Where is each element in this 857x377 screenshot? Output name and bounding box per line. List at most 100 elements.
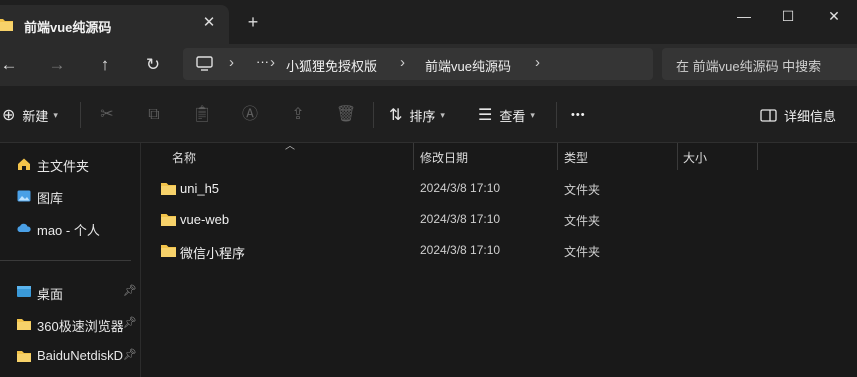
column-divider[interactable] (757, 143, 758, 170)
more-options-button[interactable]: ••• (571, 104, 586, 126)
column-header-name[interactable]: 名称 (172, 149, 196, 166)
sort-button[interactable]: ⇅ 排序 ▾ (389, 104, 445, 126)
table-row[interactable]: vue-web 2024/3/8 17:10 文件夹 (142, 205, 857, 236)
view-button[interactable]: ☰ 查看 ▾ (478, 104, 535, 126)
chevron-down-icon: ▾ (53, 109, 58, 120)
folder-icon (17, 351, 31, 362)
chevron-right-icon: › (400, 54, 405, 71)
view-list-icon: ☰ (478, 107, 493, 124)
chevron-right-icon: › (270, 54, 275, 71)
file-modified: 2024/3/8 17:10 (420, 243, 501, 257)
chevron-down-icon: ▾ (440, 109, 445, 120)
file-name: uni_h5 (180, 181, 220, 196)
new-label: 新建 (22, 108, 49, 124)
cut-icon[interactable]: ✂ (96, 104, 118, 126)
table-row[interactable]: 微信小程序 2024/3/8 17:10 文件夹 (142, 236, 857, 267)
toolbar-divider (556, 102, 557, 128)
pin-icon: 📌︎ (123, 285, 137, 297)
file-type: 文件夹 (564, 183, 601, 197)
sort-icon: ⇅ (389, 107, 403, 124)
sidebar-divider (0, 260, 131, 261)
paste-icon[interactable]: 📋︎ (191, 104, 213, 126)
home-icon (18, 158, 30, 170)
tab-close-icon[interactable]: ✕ (200, 14, 218, 32)
sidebar-item-label: 桌面 (37, 287, 64, 302)
minimize-button[interactable]: — (732, 6, 756, 26)
table-row[interactable]: uni_h5 2024/3/8 17:10 文件夹 (142, 174, 857, 205)
chevron-down-icon: ▾ (530, 109, 535, 120)
delete-icon[interactable]: 🗑︎ (335, 104, 357, 126)
folder-icon (17, 319, 31, 330)
chevron-right-icon: › (229, 54, 234, 71)
details-pane-icon (760, 108, 777, 122)
close-window-button[interactable]: ✕ (822, 6, 846, 26)
plus-circle-icon: ⊕ (2, 107, 16, 124)
breadcrumb-more[interactable]: ··· (256, 54, 269, 69)
column-header-type[interactable]: 类型 (564, 149, 588, 166)
sidebar-item-label: BaiduNetdiskD (37, 348, 123, 363)
file-explorer-window: 前端vue纯源码 ✕ + — ☐ ✕ ← → ↑ ↻ › ··· › 小狐狸免授… (0, 0, 857, 377)
navigation-pane: 主文件夹 图库 mao - 个人 桌面 📌︎ 360极速浏览器X 📌︎ Baid… (0, 143, 141, 377)
refresh-button[interactable]: ↻ (142, 54, 164, 76)
pin-icon: 📌︎ (123, 349, 137, 361)
file-modified: 2024/3/8 17:10 (420, 212, 501, 226)
rename-icon[interactable]: Ⓐ (239, 104, 261, 126)
address-bar[interactable]: › ··· › 小狐狸免授权版 › 前端vue纯源码 › (183, 48, 653, 80)
sidebar-item-folder[interactable]: 360极速浏览器X 📌︎ (0, 309, 140, 339)
up-button[interactable]: ↑ (94, 54, 116, 76)
column-divider[interactable] (557, 143, 558, 170)
tab-title: 前端vue纯源码 (24, 20, 112, 35)
navigation-bar: ← → ↑ ↻ › ··· › 小狐狸免授权版 › 前端vue纯源码 › 在 前… (0, 44, 857, 86)
file-type: 文件夹 (564, 214, 601, 228)
file-name: vue-web (180, 212, 230, 227)
folder-icon (161, 245, 176, 257)
pin-icon: 📌︎ (123, 317, 137, 329)
file-modified: 2024/3/8 17:10 (420, 181, 501, 195)
sidebar-item-gallery[interactable]: 图库 (0, 181, 140, 211)
new-tab-button[interactable]: + (244, 13, 262, 31)
back-button[interactable]: ← (0, 54, 20, 76)
file-list: ︿ 名称 修改日期 类型 大小 uni_h5 2024/3/8 17:10 文件… (142, 141, 857, 377)
folder-icon (161, 214, 176, 226)
sidebar-item-desktop[interactable]: 桌面 📌︎ (0, 277, 140, 307)
sidebar-item-home[interactable]: 主文件夹 (0, 149, 140, 179)
folder-icon (161, 183, 176, 195)
gallery-icon (17, 190, 31, 202)
file-type: 文件夹 (564, 245, 601, 259)
sidebar-item-folder[interactable]: BaiduNetdiskD 📌︎ (0, 341, 140, 371)
title-bar: 前端vue纯源码 ✕ + — ☐ ✕ (0, 0, 857, 44)
computer-icon (196, 56, 213, 71)
column-divider[interactable] (413, 143, 414, 170)
details-pane-button[interactable]: 详细信息 (760, 104, 836, 126)
toolbar-divider (80, 102, 81, 128)
column-divider[interactable] (677, 143, 678, 170)
sidebar-item-onedrive[interactable]: mao - 个人 (0, 213, 140, 243)
new-button[interactable]: ⊕ 新建 ▾ (2, 104, 58, 126)
column-header-size[interactable]: 大小 (683, 149, 707, 166)
sidebar-item-label: mao - 个人 (37, 223, 100, 238)
column-header-modified[interactable]: 修改日期 (420, 149, 468, 166)
sort-label: 排序 (409, 108, 436, 124)
command-bar: ⊕ 新建 ▾ ✂ ⧉ 📋︎ Ⓐ ⇪ 🗑︎ ⇅ 排序 ▾ ☰ 查看 ▾ ••• 详… (0, 86, 857, 143)
sort-ascending-icon: ︿ (285, 141, 295, 152)
copy-icon[interactable]: ⧉ (143, 104, 165, 126)
breadcrumb-item[interactable]: 小狐狸免授权版 (286, 56, 377, 75)
tab-current-folder[interactable]: 前端vue纯源码 ✕ (0, 5, 229, 44)
file-name: 微信小程序 (180, 246, 246, 261)
desktop-icon (17, 286, 31, 297)
cloud-icon (17, 223, 31, 232)
toolbar-divider (373, 102, 374, 128)
sidebar-item-label: 图库 (37, 191, 64, 206)
chevron-right-icon: › (535, 54, 540, 71)
share-icon[interactable]: ⇪ (287, 104, 309, 126)
breadcrumb-item[interactable]: 前端vue纯源码 (425, 56, 511, 75)
details-label: 详细信息 (784, 108, 837, 124)
view-label: 查看 (499, 108, 526, 124)
folder-icon (0, 19, 13, 31)
search-input[interactable]: 在 前端vue纯源码 中搜索 (676, 56, 821, 75)
sidebar-item-label: 主文件夹 (37, 159, 90, 174)
forward-button[interactable]: → (46, 54, 68, 76)
maximize-button[interactable]: ☐ (776, 6, 800, 26)
sidebar-item-label: 360极速浏览器X (37, 319, 123, 334)
search-box[interactable]: 在 前端vue纯源码 中搜索 (662, 48, 857, 80)
